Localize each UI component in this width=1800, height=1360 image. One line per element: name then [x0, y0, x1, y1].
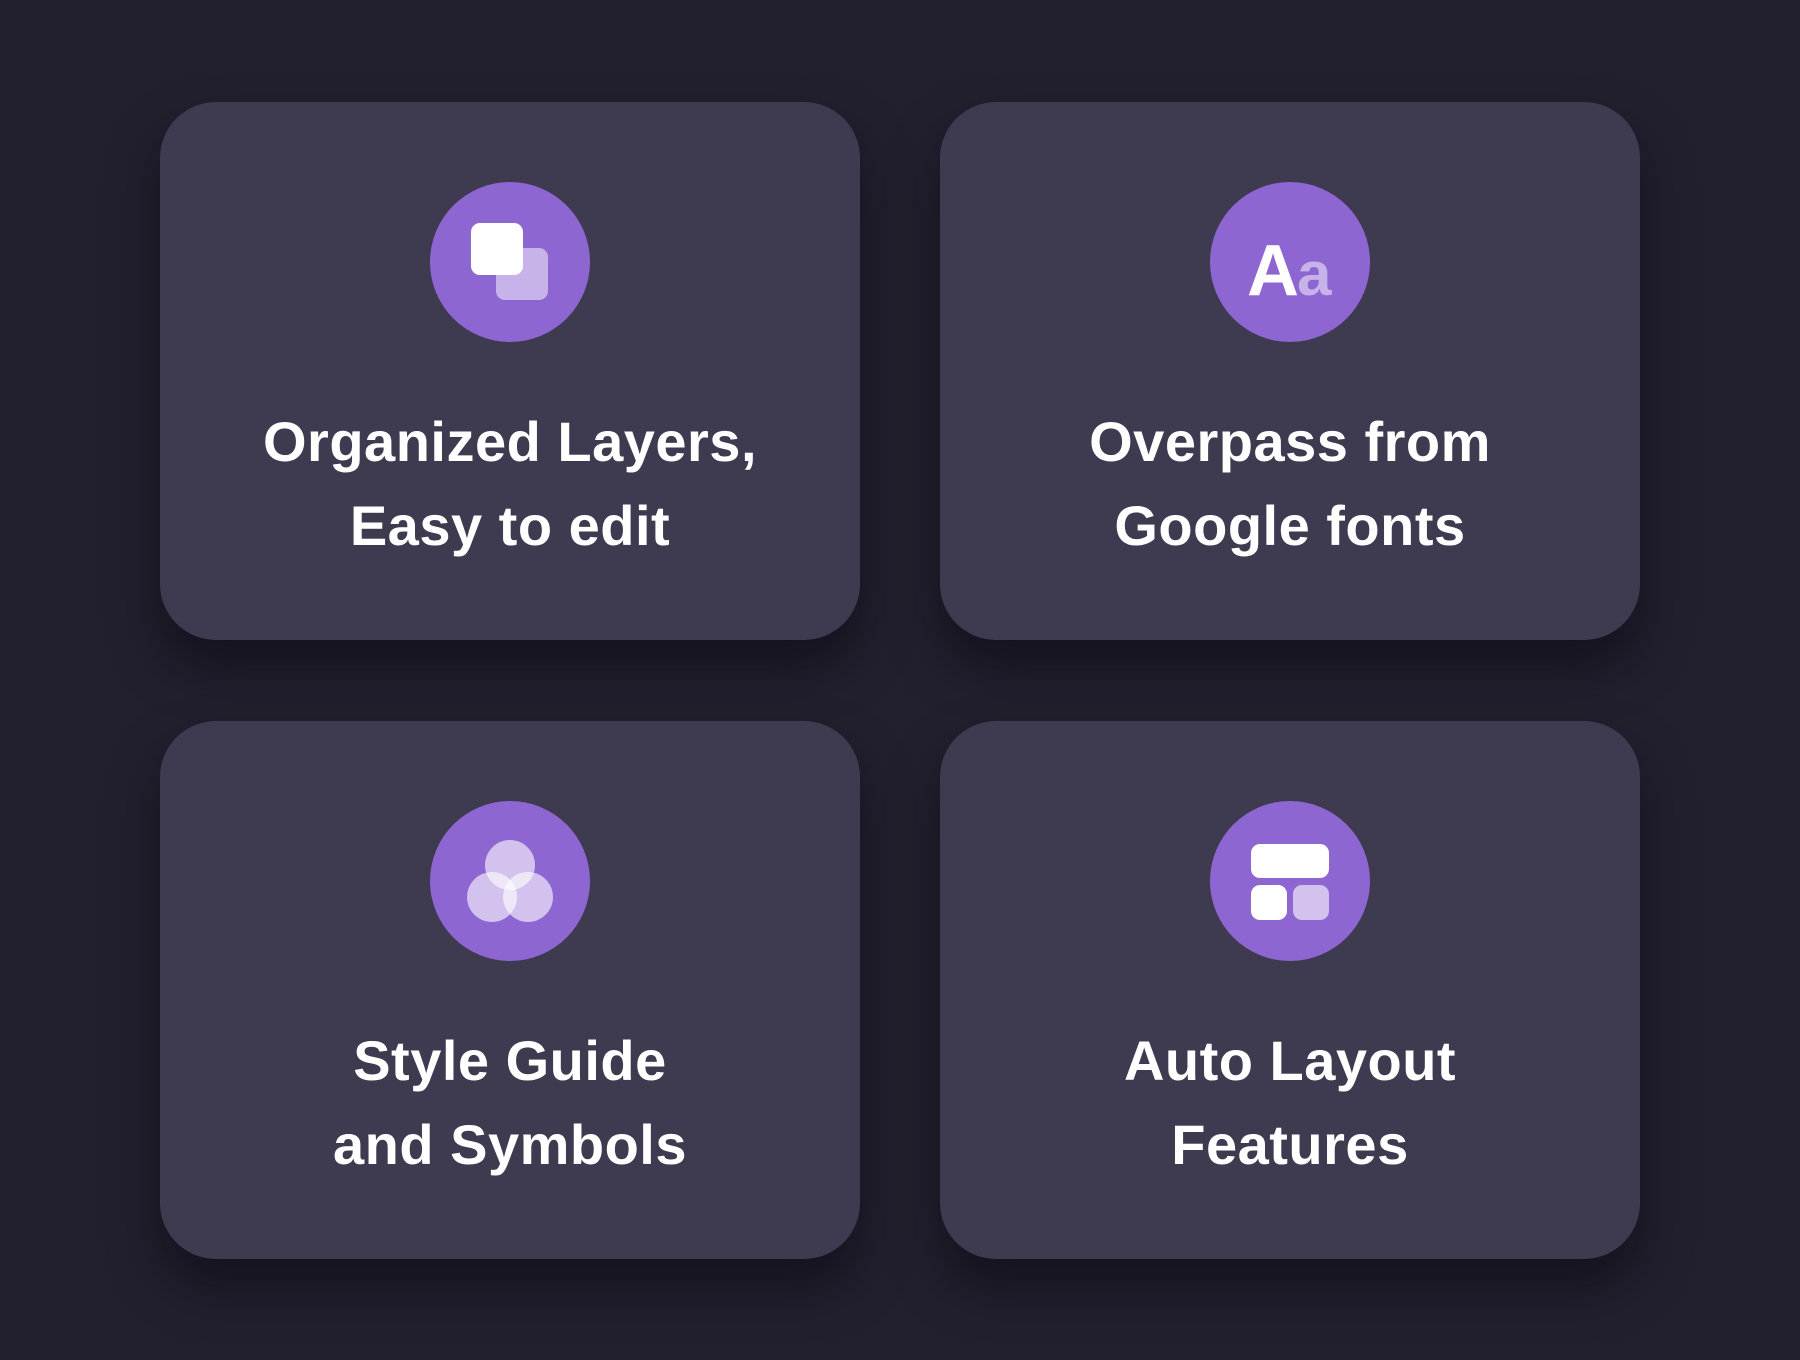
- feature-title: Organized Layers, Easy to edit: [160, 400, 860, 568]
- feature-icon-badge: [1210, 801, 1370, 961]
- feature-title-line: and Symbols: [332, 1113, 688, 1176]
- components-icon: [467, 840, 553, 922]
- layout-icon: [1251, 844, 1329, 920]
- feature-title-line: Google fonts: [1114, 494, 1466, 557]
- typography-icon: A a: [1247, 231, 1332, 311]
- layers-icon: [471, 223, 548, 300]
- feature-grid: Organized Layers, Easy to edit A a Overp…: [160, 102, 1640, 1259]
- feature-title-line: Auto Layout: [1123, 1029, 1457, 1092]
- svg-text:a: a: [1297, 240, 1332, 309]
- feature-icon-badge: A a: [1210, 182, 1370, 342]
- feature-card-auto-layout: Auto Layout Features: [940, 721, 1640, 1259]
- feature-card-style-guide: Style Guide and Symbols: [160, 721, 860, 1259]
- feature-title: Auto Layout Features: [940, 1019, 1640, 1187]
- feature-card-fonts: A a Overpass from Google fonts: [940, 102, 1640, 640]
- feature-title-line: Overpass from: [1089, 410, 1491, 473]
- svg-text:A: A: [1247, 231, 1299, 311]
- feature-title-line: Easy to edit: [349, 494, 671, 557]
- feature-title-line: Organized Layers,: [262, 410, 757, 473]
- feature-title: Style Guide and Symbols: [160, 1019, 860, 1187]
- feature-card-layers: Organized Layers, Easy to edit: [160, 102, 860, 640]
- feature-icon-badge: [430, 801, 590, 961]
- feature-title: Overpass from Google fonts: [940, 400, 1640, 568]
- feature-icon-badge: [430, 182, 590, 342]
- feature-title-line: Features: [1171, 1113, 1409, 1176]
- feature-title-line: Style Guide: [353, 1029, 667, 1092]
